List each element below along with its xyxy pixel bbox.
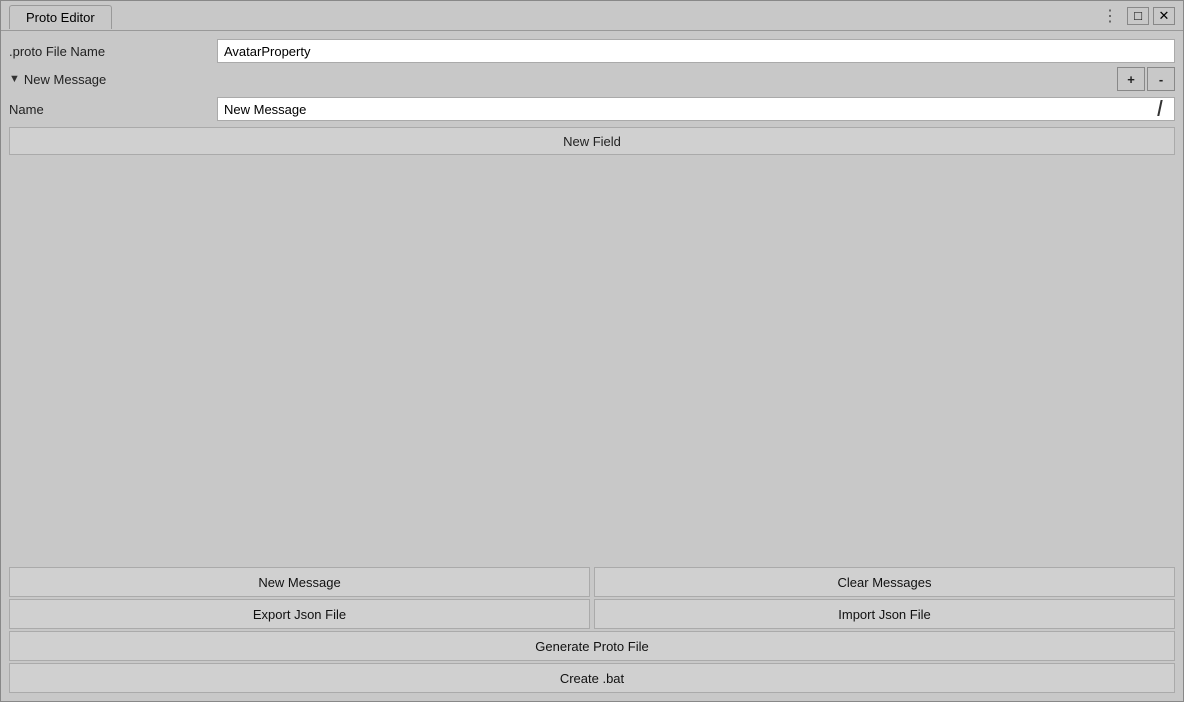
dots-icon: ⋮ [1102, 6, 1119, 26]
button-row-3: Generate Proto File [9, 631, 1175, 661]
export-json-button[interactable]: Export Json File [9, 599, 590, 629]
create-bat-button[interactable]: Create .bat [9, 663, 1175, 693]
window-tab[interactable]: Proto Editor [9, 5, 112, 29]
clear-messages-label: Clear Messages [838, 575, 932, 590]
export-json-label: Export Json File [253, 607, 346, 622]
title-bar-controls: ⋮ □ ✕ [1102, 6, 1175, 26]
generate-proto-label: Generate Proto File [535, 639, 648, 654]
message-header: ▼ New Message + - [9, 67, 1175, 91]
name-input[interactable] [217, 97, 1175, 121]
new-message-label: New Message [258, 575, 340, 590]
plus-icon: + [1127, 72, 1135, 87]
new-message-button[interactable]: New Message [9, 567, 590, 597]
filename-row: .proto File Name [9, 39, 1175, 63]
message-section-label: New Message [24, 72, 106, 87]
add-message-button[interactable]: + [1117, 67, 1145, 91]
content-spacer [9, 159, 1175, 555]
import-json-label: Import Json File [838, 607, 930, 622]
minus-icon: - [1159, 72, 1163, 87]
filename-input[interactable] [217, 39, 1175, 63]
message-header-controls: + - [1117, 67, 1175, 91]
title-bar-left: Proto Editor [9, 4, 112, 28]
button-row-2: Export Json File Import Json File [9, 599, 1175, 629]
import-json-button[interactable]: Import Json File [594, 599, 1175, 629]
button-row-4: Create .bat [9, 663, 1175, 693]
main-window: Proto Editor ⋮ □ ✕ .proto File Name ▼ Ne… [0, 0, 1184, 702]
remove-message-button[interactable]: - [1147, 67, 1175, 91]
create-bat-label: Create .bat [560, 671, 624, 686]
triangle-icon: ▼ [9, 73, 20, 85]
clear-messages-button[interactable]: Clear Messages [594, 567, 1175, 597]
name-input-wrapper: 𝐼 [217, 97, 1175, 121]
window-title: Proto Editor [26, 10, 95, 25]
maximize-icon: □ [1134, 8, 1142, 23]
close-button[interactable]: ✕ [1153, 7, 1175, 25]
generate-proto-button[interactable]: Generate Proto File [9, 631, 1175, 661]
title-bar: Proto Editor ⋮ □ ✕ [1, 1, 1183, 31]
message-header-left: ▼ New Message [9, 72, 106, 87]
maximize-button[interactable]: □ [1127, 7, 1149, 25]
name-label: Name [9, 102, 209, 117]
name-row: Name 𝐼 [9, 97, 1175, 121]
filename-label: .proto File Name [9, 44, 209, 59]
bottom-buttons-area: New Message Clear Messages Export Json F… [1, 563, 1183, 701]
button-row-1: New Message Clear Messages [9, 567, 1175, 597]
close-icon: ✕ [1159, 8, 1170, 24]
content-area: .proto File Name ▼ New Message + - Name [1, 31, 1183, 563]
new-field-button[interactable]: New Field [9, 127, 1175, 155]
new-field-label: New Field [563, 134, 621, 149]
